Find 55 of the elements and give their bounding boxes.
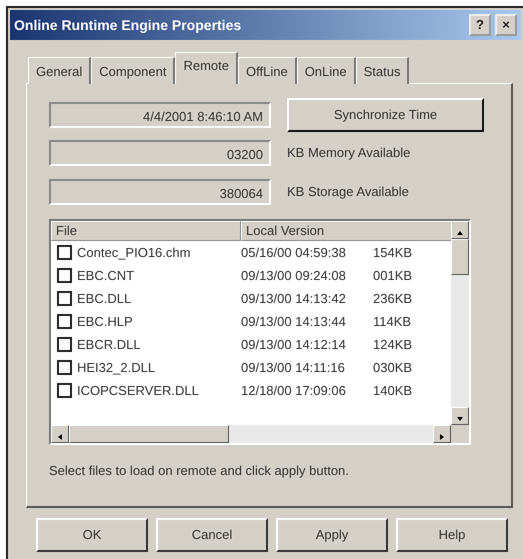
version-date: 09/13/00 14:13:44 [241, 312, 347, 331]
tab[interactable]: General [28, 57, 92, 84]
file-size: 154KB [373, 244, 412, 262]
column-header[interactable]: Local Version [241, 221, 451, 241]
tab[interactable]: OffLine [238, 57, 297, 84]
storage-label: KB Storage Available [287, 183, 409, 202]
file-size: 001KB [373, 266, 412, 285]
instruction-text: Select files to load on remote and click apply button. [49, 462, 350, 480]
close-button[interactable]: × [495, 14, 517, 36]
scrollbar-corner [451, 425, 469, 443]
file-name: EBC.CNT [77, 266, 136, 285]
window-title: Online Runtime Engine Properties [14, 16, 242, 35]
synchronize-time-button[interactable]: Synchronize Time [287, 98, 484, 132]
version-date: 05/16/00 04:59:38 [241, 244, 347, 262]
version-date: 09/13/00 14:13:42 [241, 290, 347, 308]
dialog-button[interactable]: Cancel [156, 518, 268, 552]
dialog-button[interactable]: OK [36, 518, 148, 552]
tab[interactable]: Component [91, 57, 176, 84]
vertical-scrollbar[interactable] [451, 221, 469, 425]
scrollbar-thumb[interactable] [451, 239, 469, 275]
dialog-button[interactable]: Apply [276, 518, 388, 552]
memory-field: 03200 [49, 140, 271, 166]
file-name: EBCR.DLL [77, 336, 142, 354]
scrollbar-thumb[interactable] [69, 425, 229, 443]
file-size: 140KB [373, 382, 412, 400]
file-name: ICOPCSERVER.DLL [77, 382, 200, 400]
checkbox[interactable] [57, 314, 72, 329]
checkbox[interactable] [57, 245, 72, 260]
tab[interactable]: OnLine [296, 57, 356, 84]
horizontal-scrollbar[interactable] [51, 425, 469, 443]
file-name: HEI32_2.DLL [77, 358, 156, 377]
tab[interactable]: Remote [175, 52, 238, 84]
column-header[interactable]: File [51, 221, 241, 241]
file-size: 124KB [373, 336, 412, 354]
dialog-button[interactable]: Help [396, 518, 508, 552]
version-date: 12/18/00 17:09:06 [241, 382, 347, 400]
checkbox[interactable] [57, 383, 72, 398]
checkbox[interactable] [57, 291, 72, 306]
file-name: EBC.DLL [77, 290, 132, 308]
checkbox[interactable] [57, 268, 72, 283]
file-name: Contec_PIO16.chm [77, 244, 192, 262]
version-date: 09/13/00 14:12:14 [241, 336, 347, 354]
checkbox[interactable] [57, 337, 72, 352]
tab[interactable]: Status [356, 57, 410, 84]
storage-field: 380064 [49, 179, 271, 205]
memory-label: KB Memory Available [287, 144, 410, 162]
file-size: 030KB [373, 358, 412, 377]
file-size: 236KB [373, 290, 412, 308]
date-time-field: 4/4/2001 8:46:10 AM [49, 102, 271, 128]
version-date: 09/13/00 14:11:16 [241, 358, 346, 377]
help-button[interactable]: ? [469, 14, 491, 36]
file-size: 114KB [373, 312, 412, 331]
file-name: EBC.HLP [77, 312, 134, 331]
version-date: 09/13/00 09:24:08 [241, 266, 347, 285]
checkbox[interactable] [57, 360, 72, 375]
